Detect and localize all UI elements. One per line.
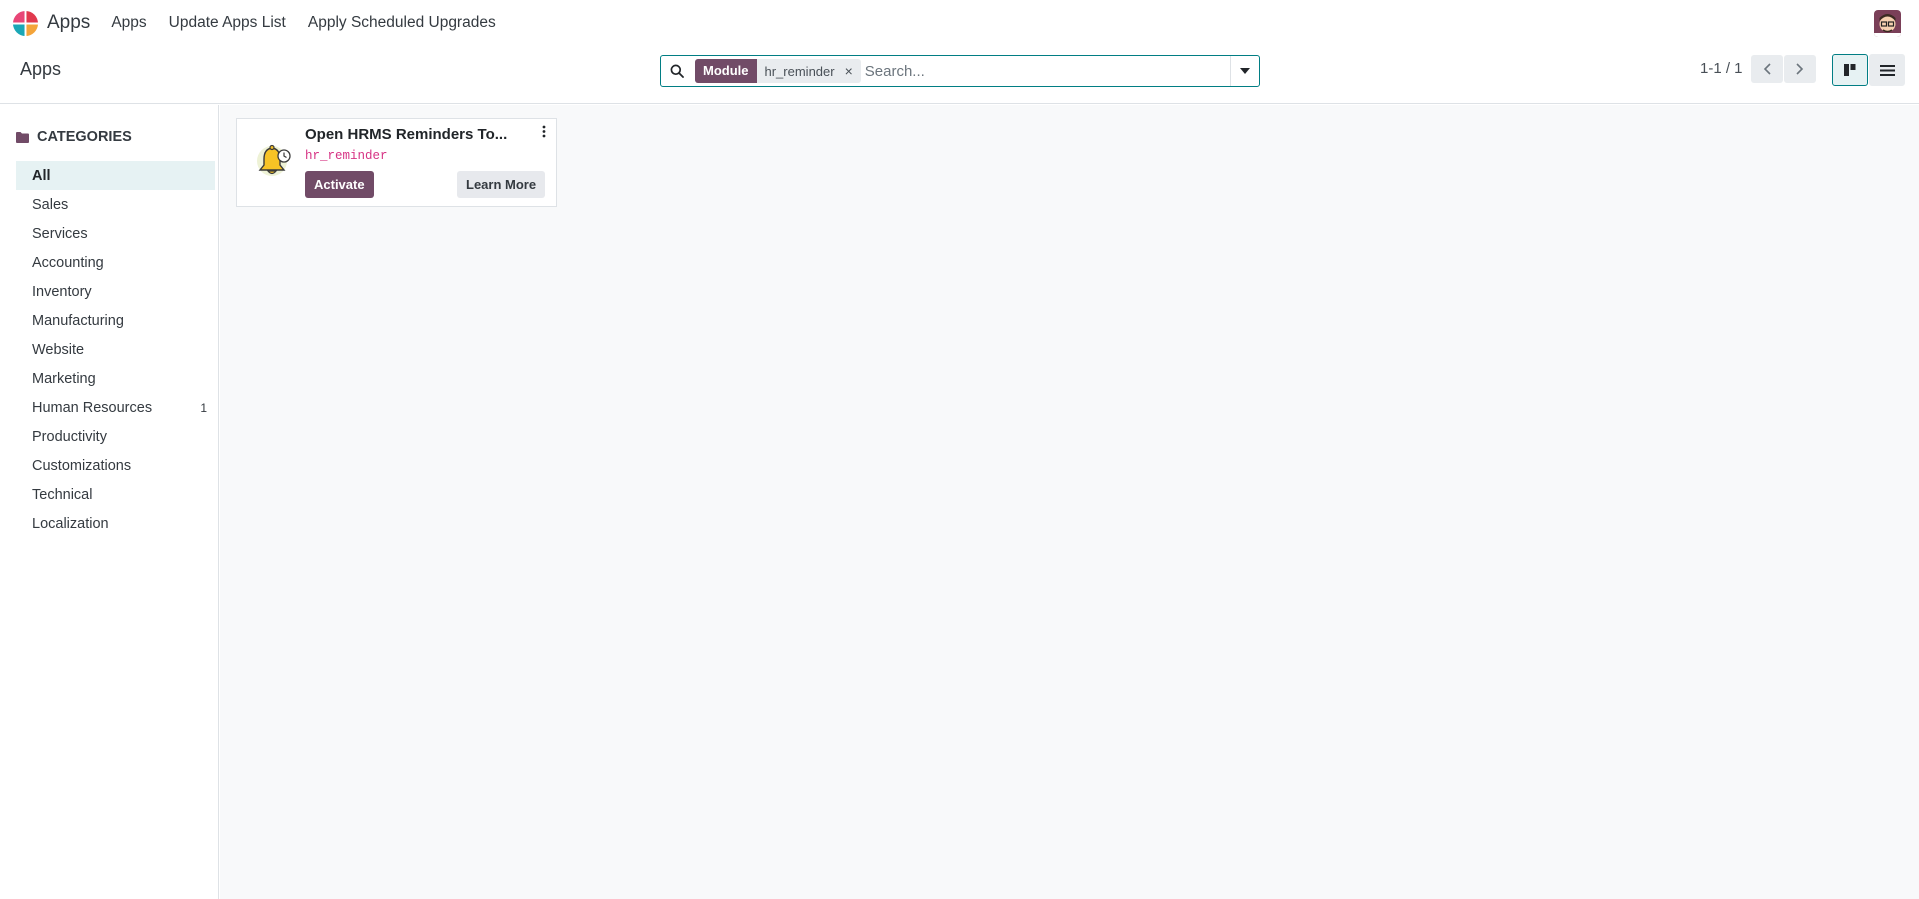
bell-clock-icon (257, 144, 291, 176)
category-item-human-resources[interactable]: Human Resources 1 (16, 393, 215, 422)
list-view-button[interactable] (1869, 54, 1905, 86)
category-item-all[interactable]: All (16, 161, 215, 190)
facet-remove-icon[interactable]: × (839, 63, 861, 79)
category-item-sales[interactable]: Sales (16, 190, 215, 219)
category-item-website[interactable]: Website (16, 335, 215, 364)
user-avatar-icon (1874, 10, 1901, 37)
category-sidebar: CATEGORIES All Sales Services Accounting… (0, 105, 219, 899)
control-panel: Apps Module hr_reminder × 1-1 / 1 (0, 46, 1919, 104)
category-list: All Sales Services Accounting Inventory … (16, 161, 215, 538)
list-icon (1879, 64, 1895, 76)
category-label: Marketing (32, 370, 96, 387)
folder-icon (16, 131, 29, 143)
page-title: Apps (20, 59, 62, 79)
categories-header: CATEGORIES (16, 129, 132, 145)
category-label: Sales (32, 196, 69, 213)
category-label: Human Resources (32, 399, 153, 416)
category-label: Productivity (32, 428, 107, 445)
activate-button[interactable]: Activate (305, 171, 374, 198)
kanban-icon (1844, 64, 1856, 76)
kanban-view: Open HRMS Reminders To... hr_reminder Ac… (220, 105, 1919, 899)
pager-next-button[interactable] (1784, 55, 1816, 83)
category-item-marketing[interactable]: Marketing (16, 364, 215, 393)
chevron-left-icon (1763, 63, 1771, 75)
category-label: Services (32, 225, 88, 242)
app-name: Apps (47, 12, 91, 33)
top-navbar: Apps Apps Update Apps List Apply Schedul… (0, 0, 1919, 46)
category-item-services[interactable]: Services (16, 219, 215, 248)
category-label: All (32, 167, 51, 184)
app-title: Open HRMS Reminders To... (305, 126, 508, 143)
category-item-accounting[interactable]: Accounting (16, 248, 215, 277)
home-menu-button[interactable]: Apps (12, 0, 90, 46)
category-label: Manufacturing (32, 312, 124, 329)
category-label: Customizations (32, 457, 132, 474)
app-card[interactable]: Open HRMS Reminders To... hr_reminder Ac… (236, 118, 557, 207)
top-menu: Apps Update Apps List Apply Scheduled Up… (100, 0, 506, 46)
card-dropdown-toggle[interactable] (542, 125, 546, 143)
search-input[interactable] (864, 57, 1230, 85)
categories-header-label: CATEGORIES (37, 129, 132, 145)
category-label: Website (32, 341, 85, 358)
category-item-customizations[interactable]: Customizations (16, 451, 215, 480)
category-label: Technical (32, 486, 93, 503)
category-label: Accounting (32, 254, 104, 271)
chevron-right-icon (1796, 63, 1804, 75)
menu-item-update-apps-list[interactable]: Update Apps List (158, 0, 297, 46)
category-item-inventory[interactable]: Inventory (16, 277, 215, 306)
search-facet: Module hr_reminder × (695, 59, 861, 83)
category-label: Inventory (32, 283, 92, 300)
menu-item-apply-scheduled-upgrades[interactable]: Apply Scheduled Upgrades (297, 0, 507, 46)
category-item-technical[interactable]: Technical (16, 480, 215, 509)
facet-value: hr_reminder (764, 63, 835, 79)
category-count: 1 (200, 400, 207, 415)
user-avatar[interactable] (1874, 10, 1901, 37)
search-bar: Module hr_reminder × (660, 55, 1260, 87)
menu-item-apps[interactable]: Apps (100, 0, 157, 46)
kanban-view-button[interactable] (1832, 54, 1868, 86)
pager-previous-button[interactable] (1751, 55, 1783, 83)
search-options-toggle[interactable] (1230, 56, 1259, 86)
app-technical-name: hr_reminder (305, 149, 388, 163)
odoo-apps-logo-icon (12, 10, 39, 36)
learn-more-button[interactable]: Learn More (457, 171, 546, 198)
category-label: Localization (32, 515, 109, 532)
facet-label: Module (695, 59, 757, 83)
category-item-manufacturing[interactable]: Manufacturing (16, 306, 215, 335)
kebab-menu-icon (542, 125, 546, 138)
search-icon[interactable] (661, 56, 693, 86)
caret-down-icon (1240, 68, 1250, 74)
category-item-productivity[interactable]: Productivity (16, 422, 215, 451)
category-item-localization[interactable]: Localization (16, 509, 215, 538)
pager-value[interactable]: 1-1 / 1 (1700, 60, 1743, 77)
